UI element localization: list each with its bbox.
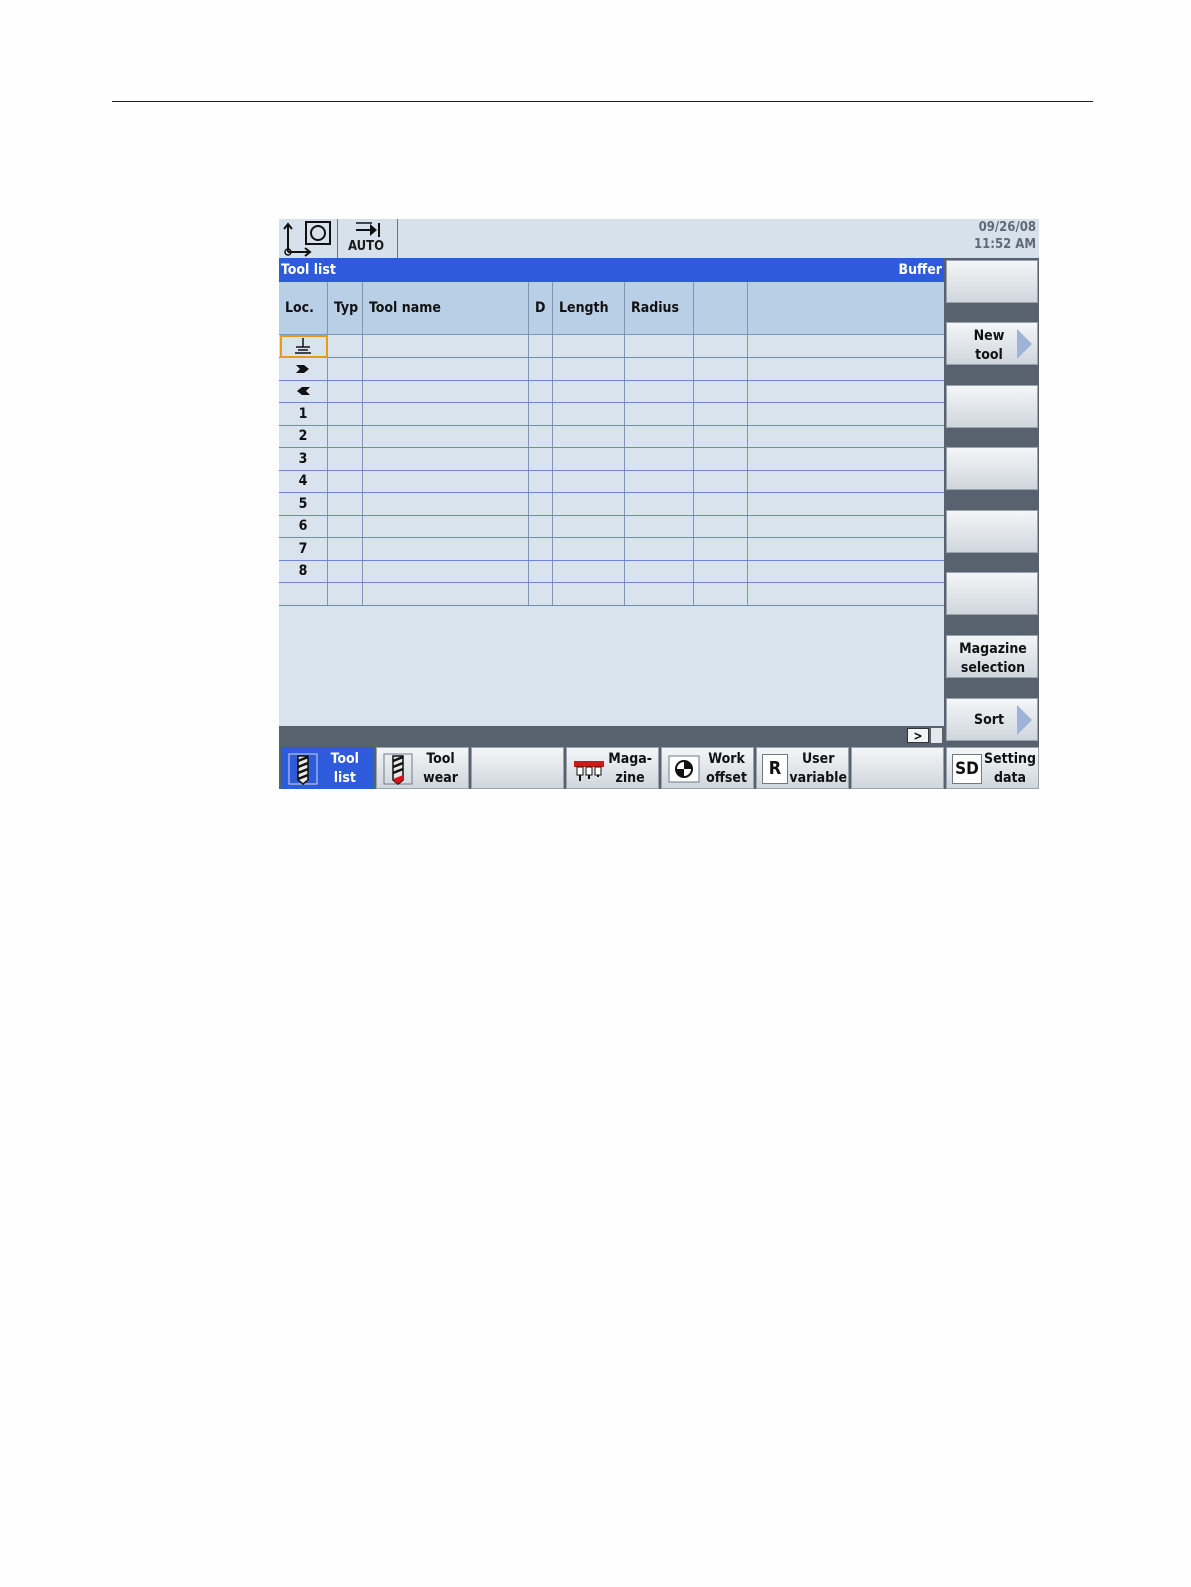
location-number: 1 <box>298 406 308 422</box>
column-header-extra-1[interactable] <box>694 282 748 334</box>
sort-button[interactable]: Sort <box>946 698 1038 741</box>
work-offset-button[interactable]: Work offset <box>661 747 754 789</box>
magazine-label-1: Maga- <box>608 751 652 767</box>
table-row[interactable] <box>279 380 944 403</box>
user-variable-label-2: variable <box>789 770 847 786</box>
table-row[interactable]: 5 <box>279 493 944 516</box>
axes-spindle-icon[interactable] <box>279 219 338 258</box>
submenu-arrow-icon <box>1017 329 1032 359</box>
work-offset-icon <box>668 755 700 783</box>
tool-list-label-2: list <box>333 770 356 786</box>
location-number: 6 <box>298 518 308 534</box>
setting-data-label-2: data <box>993 770 1027 786</box>
column-header-length[interactable]: Length <box>553 282 625 334</box>
tool-wear-icon <box>383 753 413 785</box>
new-tool-button[interactable]: New tool <box>946 322 1038 365</box>
magazine-selection-label-2: selection <box>960 660 1026 676</box>
setting-data-icon: SD <box>952 754 982 784</box>
horizontal-softkey-bar: Tool list Tool wear Maga-zine Work offse… <box>279 745 1039 789</box>
user-variable-button[interactable]: R User variable <box>756 747 849 789</box>
tool-wear-button[interactable]: Tool wear <box>376 747 469 789</box>
setting-data-label-1: Setting <box>984 751 1036 767</box>
hmi-screen: AUTO 09/26/08 11:52 AM Tool list Buffer … <box>279 219 1039 789</box>
table-row[interactable] <box>279 335 944 358</box>
table-row[interactable] <box>279 583 944 606</box>
location-number: 8 <box>298 563 308 579</box>
table-header: Loc. Typ Tool name D Length Radius <box>279 282 944 335</box>
user-variable-icon: R <box>762 754 788 784</box>
column-header-tool-name[interactable]: Tool name <box>363 282 529 334</box>
user-variable-label-1: User <box>801 751 835 767</box>
tool-wear-label-1: Tool <box>426 751 455 767</box>
window-title-bar: Tool list Buffer <box>279 258 944 282</box>
magazine-label-2: zine <box>615 770 645 786</box>
table-row[interactable]: 3 <box>279 448 944 471</box>
magazine-name: Buffer <box>898 262 942 278</box>
magazine-selection-label-1: Magazine <box>959 641 1027 657</box>
table-row[interactable]: 1 <box>279 403 944 426</box>
magazine-icon <box>574 761 604 781</box>
tool-list-button[interactable]: Tool list <box>281 747 374 789</box>
softkey-v4[interactable] <box>946 447 1038 490</box>
horizontal-scroll-bar[interactable]: > <box>279 726 944 745</box>
selected-cell-cursor <box>280 335 328 358</box>
magazine-button[interactable]: Maga-zine <box>566 747 659 789</box>
tool-list-icon <box>288 753 318 785</box>
table-row[interactable]: 4 <box>279 470 944 493</box>
location-number: 3 <box>298 451 308 467</box>
status-header: AUTO 09/26/08 11:52 AM <box>279 219 1039 258</box>
table-row[interactable]: 7 <box>279 538 944 561</box>
softkey-h3[interactable] <box>471 747 564 789</box>
gripper-right-icon <box>279 358 327 380</box>
scroll-thumb[interactable] <box>931 728 942 743</box>
mode-label: AUTO <box>348 239 385 254</box>
location-number: 4 <box>298 473 308 489</box>
date-display: 09/26/08 <box>978 220 1036 235</box>
location-number: 5 <box>298 496 308 512</box>
column-header-radius[interactable]: Radius <box>625 282 694 334</box>
new-tool-label-2: tool <box>975 347 1003 363</box>
table-row[interactable]: 2 <box>279 425 944 448</box>
submenu-arrow-icon <box>1017 705 1032 735</box>
tool-list-label-1: Tool <box>330 751 359 767</box>
auto-mode-icon[interactable]: AUTO <box>338 219 398 258</box>
softkey-v3[interactable] <box>946 385 1038 428</box>
new-tool-label-1: New <box>973 328 1005 344</box>
location-number: 2 <box>298 428 308 444</box>
tool-wear-label-2: wear <box>423 770 458 786</box>
table-row[interactable]: 6 <box>279 515 944 538</box>
gripper-left-icon <box>279 380 327 402</box>
sort-label: Sort <box>974 712 1004 728</box>
softkey-v1[interactable] <box>946 260 1038 303</box>
work-offset-label-1: Work <box>708 751 745 767</box>
column-header-loc[interactable]: Loc. <box>279 282 328 334</box>
column-header-d[interactable]: D <box>529 282 553 334</box>
tool-list-table: Loc. Typ Tool name D Length Radius 1 2 3… <box>279 282 944 726</box>
location-number: 7 <box>298 541 308 557</box>
vertical-softkey-bar: New tool Magazine selection Sort <box>944 258 1039 745</box>
softkey-v5[interactable] <box>946 510 1038 553</box>
window-title: Tool list <box>281 262 336 278</box>
work-offset-label-2: offset <box>706 770 747 786</box>
time-display: 11:52 AM <box>974 237 1036 252</box>
table-row[interactable] <box>279 358 944 381</box>
softkey-h7[interactable] <box>851 747 944 789</box>
magazine-selection-button[interactable]: Magazine selection <box>946 635 1038 678</box>
setting-data-button[interactable]: SD Setting data <box>946 747 1039 789</box>
column-header-extra-2[interactable] <box>748 282 944 334</box>
scroll-right-button[interactable]: > <box>907 728 929 743</box>
location-number <box>279 583 327 605</box>
table-row[interactable]: 8 <box>279 560 944 583</box>
column-header-typ[interactable]: Typ <box>328 282 363 334</box>
softkey-v6[interactable] <box>946 572 1038 615</box>
page-top-rule <box>112 101 1093 102</box>
